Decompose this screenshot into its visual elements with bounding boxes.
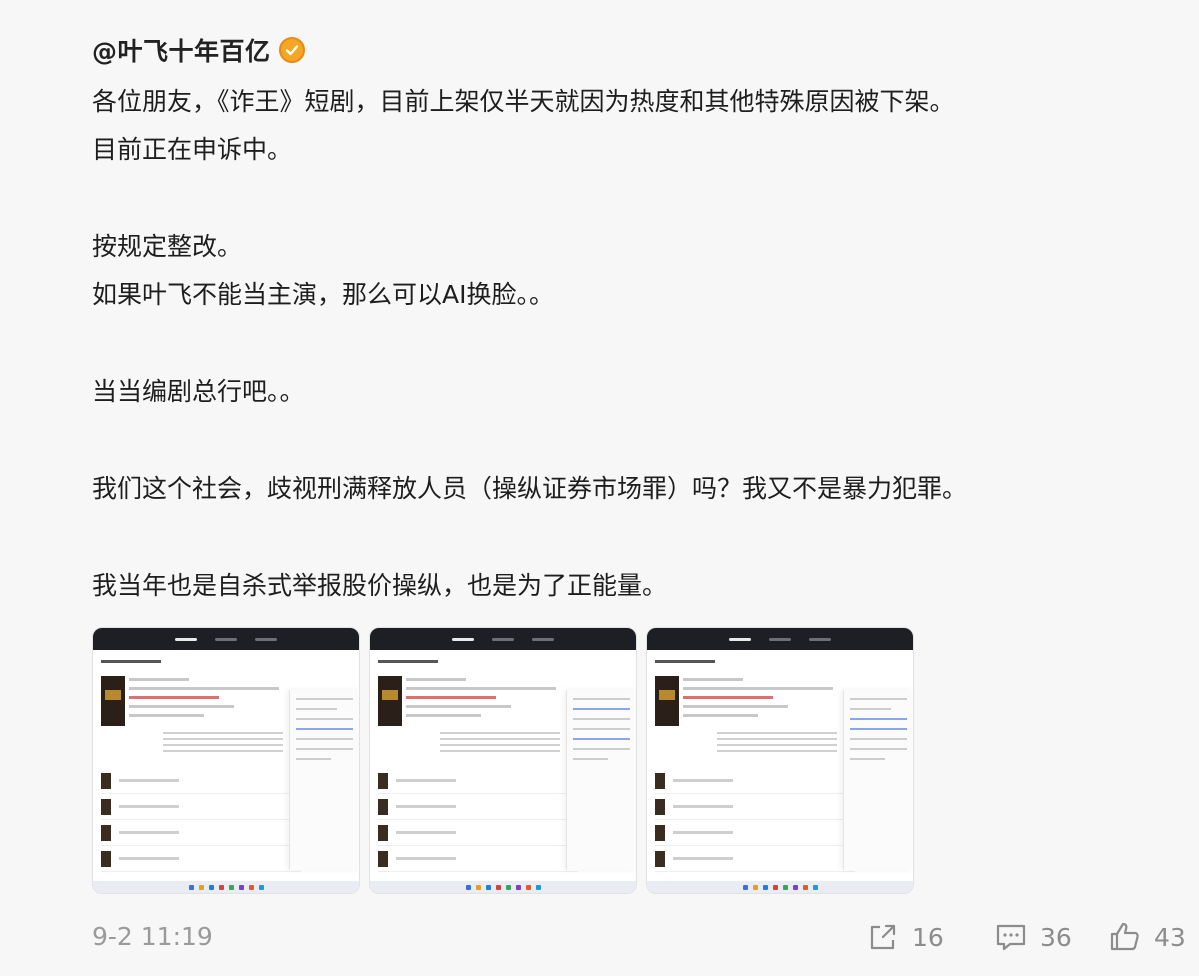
- side-panel: [843, 690, 913, 870]
- image-topbar: [370, 628, 636, 650]
- post-line-blank: [92, 416, 1172, 465]
- post-line-blank: [92, 513, 1172, 562]
- author-name[interactable]: @叶飞十年百亿: [92, 32, 271, 68]
- side-panel: [566, 690, 636, 870]
- post-body: 各位朋友，《诈王》短剧，目前上架仅半天就因为热度和其他特殊原因被下架。 目前正在…: [92, 78, 1172, 610]
- poster-image: [378, 676, 402, 726]
- like-icon: [1110, 922, 1139, 951]
- post-line: 目前正在申诉中。: [92, 135, 293, 164]
- post-line: 我当年也是自杀式举报股价操纵，也是为了正能量。: [92, 571, 668, 600]
- post-image-2[interactable]: [369, 627, 637, 894]
- side-panel: [289, 690, 359, 870]
- post-line: 按规定整改。: [92, 232, 243, 261]
- post-line: 当当编剧总行吧。。: [92, 377, 305, 406]
- weibo-post: @叶飞十年百亿 各位朋友，《诈王》短剧，目前上架仅半天就因为热度和其他特殊原因被…: [92, 28, 1172, 610]
- share-icon: [870, 924, 896, 950]
- post-line-blank: [92, 174, 1172, 223]
- post-footer: 9-2 11:19 16 36 43: [92, 918, 1192, 958]
- like-count: 43: [1154, 922, 1186, 952]
- comment-button[interactable]: 36: [994, 918, 1072, 956]
- post-image-1[interactable]: [92, 627, 360, 894]
- taskbar: [647, 881, 913, 893]
- post-line: 如果叶飞不能当主演，那么可以AI换脸。。: [92, 280, 554, 309]
- image-topbar: [647, 628, 913, 650]
- share-count: 16: [912, 922, 944, 952]
- post-timestamp: 9-2 11:19: [92, 922, 213, 951]
- like-button[interactable]: 43: [1108, 918, 1186, 956]
- post-image-3[interactable]: [646, 627, 914, 894]
- author-row: @叶飞十年百亿: [92, 28, 1172, 72]
- comment-icon: [996, 924, 1026, 951]
- post-line-blank: [92, 319, 1172, 368]
- poster-image: [101, 676, 125, 726]
- poster-image: [655, 676, 679, 726]
- taskbar: [370, 881, 636, 893]
- image-topbar: [93, 628, 359, 650]
- post-line: 各位朋友，《诈王》短剧，目前上架仅半天就因为热度和其他特殊原因被下架。: [92, 87, 955, 116]
- post-line: 我们这个社会，歧视刑满释放人员（操纵证券市场罪）吗？我又不是暴力犯罪。: [92, 474, 968, 503]
- share-button[interactable]: 16: [866, 918, 944, 956]
- comment-count: 36: [1040, 922, 1072, 952]
- post-image-gallery: [92, 627, 914, 894]
- taskbar: [93, 881, 359, 893]
- verified-badge-icon: [278, 37, 305, 63]
